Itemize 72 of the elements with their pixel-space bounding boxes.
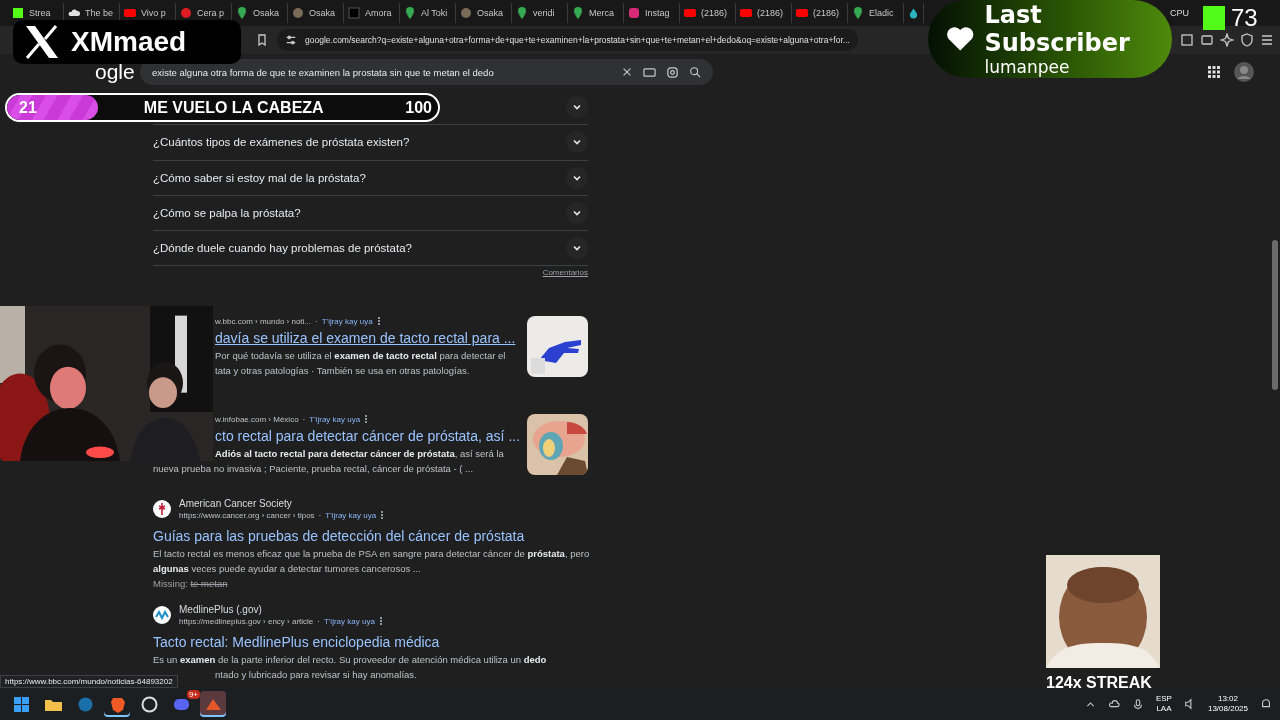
translate-link[interactable]: T'ijray kay uya xyxy=(325,511,377,520)
browser-tab[interactable]: Al Toki xyxy=(400,3,456,23)
tab-title: Amora xyxy=(365,8,392,18)
browser-tab[interactable]: Instag xyxy=(624,3,680,23)
goal-target: 100 xyxy=(405,98,433,117)
translate-link[interactable]: T'ijray kay uya xyxy=(321,317,373,326)
tab-title: (2186) xyxy=(757,8,783,18)
result-snippet: El tacto rectal es menos eficaz que la prueba de PSA en sangre para detectar cáncer de próstata, pero xyxy=(153,547,590,562)
browser-tab[interactable]: Eladic xyxy=(848,3,904,23)
browser-tab[interactable]: (2186) xyxy=(792,3,848,23)
tab-title: The be xyxy=(85,8,114,18)
result-snippet: nueva prueba no invasiva ; Paciente, prueba rectal, cáncer de próstata - ( ... xyxy=(153,462,474,476)
browser-tab[interactable]: Osaka xyxy=(288,3,344,23)
result-url: w.infobae.com › México xyxy=(215,415,299,424)
address-bar[interactable]: google.com/search?q=existe+alguna+otra+forma+de+que+te+examinen+la+prostata+sin+que+te+metan+el+dedo&oq=existe+alguna+otra+for... xyxy=(277,29,858,51)
language-indicator[interactable]: ESP LAA xyxy=(1155,694,1172,714)
tab-title: Strea xyxy=(29,8,51,18)
tab-title: Osaka xyxy=(253,8,279,18)
separator: · xyxy=(302,415,306,424)
notification-badge: 9+ xyxy=(186,690,200,699)
result-title-link[interactable]: cto rectal para detectar cáncer de próstata, así ... xyxy=(215,428,521,445)
tab-title: Cera p xyxy=(197,8,224,18)
cpu-label: CPU xyxy=(1170,8,1189,18)
result-title-link[interactable]: Guías para las pruebas de detección del cáncer de próstata xyxy=(153,528,525,545)
browser-tab[interactable]: (2186) xyxy=(680,3,736,23)
result-url: w.bbc.com › mundo › noti... xyxy=(215,317,312,326)
site-name: MedlinePlus (.gov) xyxy=(179,604,263,616)
result-snippet: Es un examen de la parte inferior del recto. Su proveedor de atención médica utiliza un dedo xyxy=(153,653,547,668)
result-snippet: tata y otras patologías · También se usa en otras patologías. xyxy=(215,364,470,378)
result-snippet: Por qué todavía se utiliza el examen de tacto rectal para detectar el xyxy=(215,349,506,364)
streak-label: 124x STREAK xyxy=(1046,674,1152,692)
separator: · xyxy=(315,317,318,326)
tab-title: Merca xyxy=(589,8,614,18)
search-field[interactable]: existe alguna otra forma de que te examinen la prostata sin que te metan el dedo xyxy=(140,59,713,85)
missing-terms: Missing: te metan xyxy=(153,577,229,592)
tab-title: Osaka xyxy=(477,8,503,18)
separator: · xyxy=(318,511,322,520)
browser-tab[interactable]: Merca xyxy=(568,3,624,23)
result-url: https://medlineplus.gov › ency › article xyxy=(179,617,314,626)
browser-tab[interactable]: Osaka xyxy=(456,3,512,23)
channel-badge: XMmaed xyxy=(13,20,241,64)
browser-tab[interactable]: veridi xyxy=(512,3,568,23)
tab-title: (2186) xyxy=(813,8,839,18)
faq-question[interactable]: ¿Cuántos tipos de exámenes de próstata existen? xyxy=(153,136,410,149)
tab-title: Vivo p xyxy=(141,8,166,18)
tab-title: Instag xyxy=(645,8,670,18)
site-name: American Cancer Society xyxy=(179,498,293,510)
result-url: https://www.cancer.org › cancer › tipos xyxy=(179,511,315,520)
result-title-link[interactable]: Tacto rectal: MedlinePlus enciclopedia médica xyxy=(153,634,440,651)
goal-title: ME VUELO LA CABEZA xyxy=(143,98,324,117)
tab-title: Al Toki xyxy=(421,8,448,18)
faq-question[interactable]: ¿Cómo saber si estoy mal de la próstata? xyxy=(153,171,366,184)
translate-link[interactable]: T'ijray kay uya xyxy=(309,415,361,424)
separator: · xyxy=(317,617,320,626)
feedback-link[interactable]: Comentarios xyxy=(542,268,588,278)
viewer-count: 73 xyxy=(1231,4,1258,32)
tab-title: (2186) xyxy=(701,8,727,18)
browser-tab[interactable]: (2186) xyxy=(736,3,792,23)
browser-tab[interactable]: Amora xyxy=(344,3,400,23)
link-status-url: https://www.bbc.com/mundo/noticias-64893202 xyxy=(0,675,178,688)
tab-title: Osaka xyxy=(309,8,335,18)
goal-current: 21 xyxy=(18,98,38,117)
tab-title: Eladic xyxy=(869,8,894,18)
result-snippet: algunas veces puede ayudar a detectar tumores cancerosos ... xyxy=(153,562,421,576)
clock[interactable]: 13:02 13/08/2025 xyxy=(1207,694,1248,714)
faq-question[interactable]: ¿Dónde duele cuando hay problemas de próstata? xyxy=(153,242,412,255)
result-snippet: Adiós al tacto rectal para detectar cáncer de próstata, así será la xyxy=(215,447,504,462)
faq-question[interactable]: ¿Cómo se palpa la próstata? xyxy=(153,207,301,220)
result-snippet: ntado y lubricado para revisar si hay anomalías. xyxy=(215,668,417,682)
translate-link[interactable]: T'ijray kay uya xyxy=(323,617,375,626)
tab-title: veridi xyxy=(533,8,555,18)
result-title-link[interactable]: davía se utiliza el examen de tacto rectal para ... xyxy=(215,330,516,347)
